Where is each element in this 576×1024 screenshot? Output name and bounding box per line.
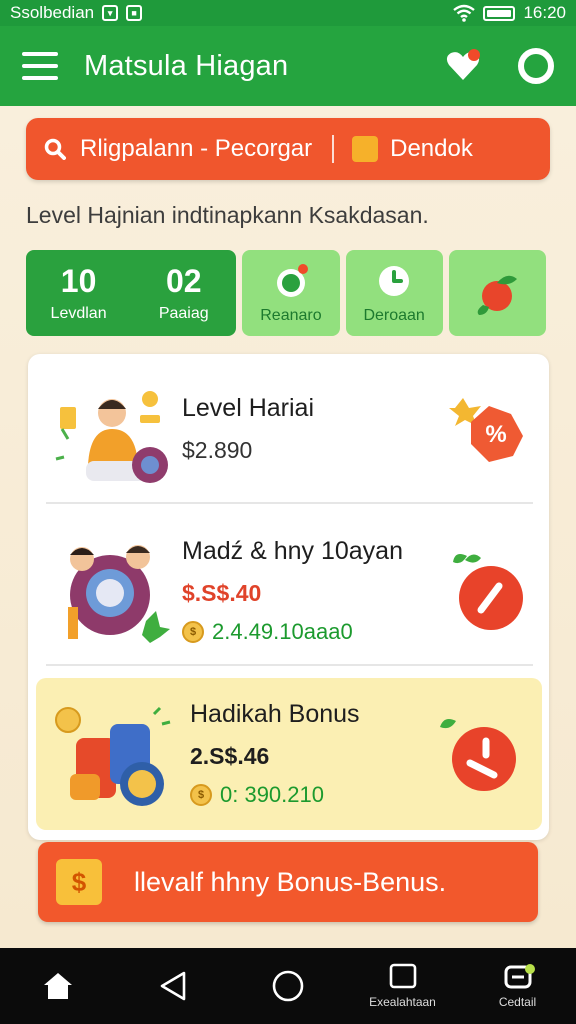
clock-kids-illustration: [42, 531, 172, 651]
clock-icon: [379, 266, 410, 296]
search-bar[interactable]: Rligpalann - Pecorgar Dendok: [26, 118, 550, 180]
row-divider: [46, 664, 533, 666]
reward-row[interactable]: Madź & hny 10ayan $.S$.40 $ 2.4.49.10aaa…: [28, 516, 549, 666]
stat-tiles: 10 Levdlan 02 Paaiag Reanaro Deroaan: [26, 250, 546, 336]
bonus-button[interactable]: $ llevalf hhny Bonus-Benus.: [38, 842, 538, 922]
coin-icon: $: [182, 621, 204, 643]
nav-recents[interactable]: Exealahtaan: [345, 948, 460, 1024]
square-icon: [389, 963, 416, 989]
coin-value: 0: 390.210: [220, 782, 324, 807]
tile-label: Reanaro: [260, 307, 322, 324]
fruit-icon: [478, 275, 518, 315]
dollar-icon: $: [56, 859, 102, 905]
carrier-label: Ssolbedian: [10, 3, 95, 22]
circle-home-icon: [272, 970, 303, 1002]
home-icon: [43, 973, 72, 999]
reward-row-highlighted[interactable]: Hadikah Bonus 2.S$.46 $ 0: 390.210: [36, 678, 542, 830]
action-button-icon[interactable]: [434, 709, 524, 799]
reward-text: Madź & hny 10ayan $.S$.40 $ 2.4.49.10aaa…: [182, 537, 441, 645]
kid-illustration: [42, 369, 172, 489]
back-icon: [160, 971, 185, 1001]
search-divider: [332, 135, 335, 163]
search-icon: [44, 138, 66, 160]
tile-discount[interactable]: Deroaan: [345, 250, 443, 336]
coin-value: 2.4.49.10aaa0: [212, 619, 353, 644]
reward-title: Madź & hny 10ayan: [182, 537, 403, 565]
tile-fruit[interactable]: [448, 250, 546, 336]
clock: 16:20: [523, 3, 566, 22]
app-actions: [444, 47, 554, 85]
bottom-nav: Exealahtaan Cedtail: [0, 948, 576, 1024]
battery-icon: [483, 5, 516, 21]
medal-icon: [276, 264, 308, 297]
tile-value: 10: [60, 263, 97, 299]
reward-coins: $ 0: 390.210: [190, 782, 434, 808]
tile-days[interactable]: 02 Paaiag: [131, 250, 237, 336]
app-notification-icon: ■: [126, 5, 143, 21]
nav-label: Cedtail: [498, 995, 537, 1009]
heart-icon[interactable]: [444, 47, 482, 85]
app-bar: Matsula Hiagan: [0, 26, 576, 106]
gift-icon: [352, 136, 379, 162]
reward-row[interactable]: Level Hariai $2.890 %: [28, 354, 549, 504]
tile-level[interactable]: 10 Levdlan: [26, 250, 132, 336]
tile-label: Levdlan: [50, 305, 107, 322]
status-bar: Ssolbedian ▾ ■ 16:20: [0, 0, 576, 26]
svg-text:%: %: [485, 421, 506, 448]
refresh-icon[interactable]: [518, 48, 554, 84]
status-left: Ssolbedian ▾ ■: [10, 3, 143, 23]
nav-circle-home[interactable]: [230, 948, 345, 1024]
reward-price: $2.890: [182, 437, 253, 463]
notification-dot: [525, 964, 535, 974]
tile-value: 02: [165, 263, 202, 299]
reward-coins: $ 2.4.49.10aaa0: [182, 619, 441, 645]
reward-title: Hadikah Bonus: [190, 700, 360, 728]
reward-text: Hadikah Bonus 2.S$.46 $ 0: 390.210: [190, 700, 434, 808]
status-right: 16:20: [453, 3, 566, 23]
notification-icon: ▾: [102, 5, 119, 21]
page-subtitle: Level Hajnian indtinapkann Ksakdasan.: [26, 202, 429, 228]
tile-label: Paaiag: [158, 305, 209, 322]
wifi-icon: [453, 4, 476, 22]
bonus-coins-illustration: [50, 694, 180, 814]
reward-title: Level Hariai: [182, 394, 315, 422]
reward-price: 2.S$.46: [190, 743, 270, 769]
nav-profile[interactable]: Cedtail: [460, 948, 575, 1024]
nav-back[interactable]: [115, 948, 230, 1024]
menu-icon[interactable]: [22, 52, 58, 80]
row-divider: [46, 502, 533, 504]
tile-label: Deroaan: [363, 307, 425, 324]
search-text: Rligpalann - Pecorgar: [80, 135, 313, 162]
app-title: Matsula Hiagan: [84, 49, 289, 82]
filter-label[interactable]: Dendok: [390, 135, 473, 163]
coin-icon: $: [190, 784, 212, 806]
action-button-icon[interactable]: [441, 546, 531, 636]
nav-home[interactable]: [0, 948, 115, 1024]
bonus-button-label: llevalf hhny Bonus-Benus.: [134, 866, 447, 897]
nav-label: Exealahtaan: [369, 995, 436, 1009]
reward-price: $.S$.40: [182, 580, 262, 606]
discount-badge-icon[interactable]: %: [441, 384, 531, 474]
reward-text: Level Hariai $2.890: [182, 394, 441, 464]
tile-reward[interactable]: Reanaro: [242, 250, 340, 336]
